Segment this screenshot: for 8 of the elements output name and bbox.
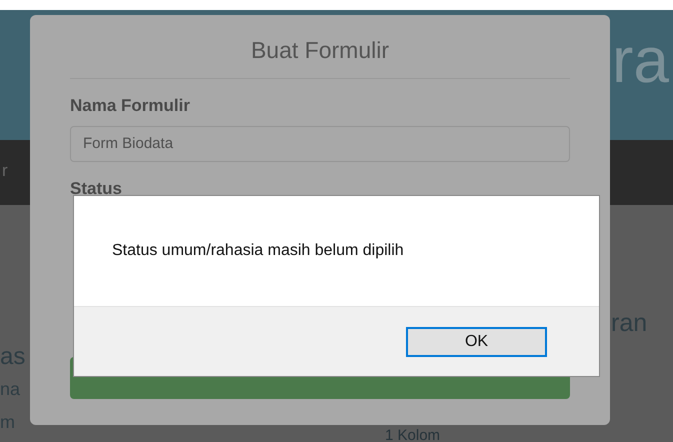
modal-title: Buat Formulir [70,33,570,78]
field-label: Nama Formulir [70,94,191,116]
header-title: ra [612,28,669,92]
input-field[interactable]: Form Biodata [70,126,570,162]
alert-message: Status umum/rahasia masih belum dipilih [112,241,404,261]
nav-link[interactable]: r [2,162,8,179]
field-label: Status [70,178,123,200]
ok-button[interactable]: OK [406,326,547,356]
